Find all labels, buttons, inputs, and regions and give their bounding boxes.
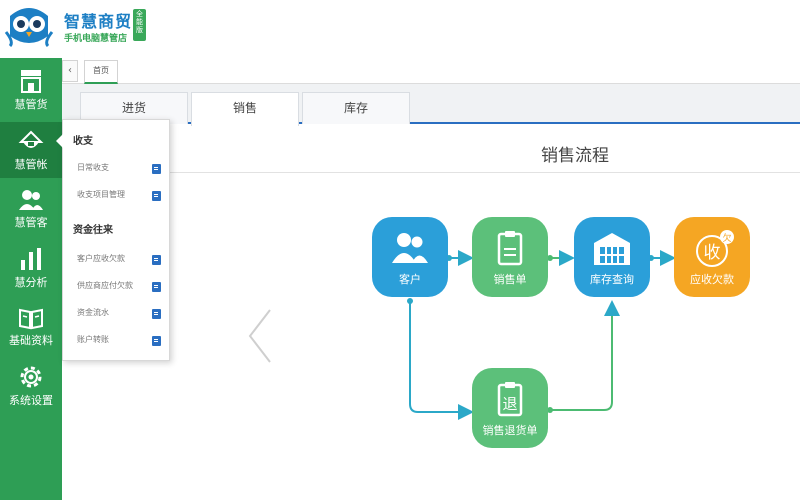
sidebar-item-label: 慧管货 [14, 98, 48, 111]
menu-item-label: 账户转账 [77, 335, 109, 344]
flow-node-label: 销售单 [493, 273, 527, 286]
receivable-icon: 收 欠 [696, 230, 734, 267]
title-divider [62, 172, 800, 173]
clipboard-icon [497, 231, 523, 266]
document-icon [152, 336, 161, 346]
menu-item-label: 客户应收欠款 [77, 254, 125, 263]
users-icon [19, 190, 43, 210]
menu-item-label: 日常收支 [77, 163, 109, 172]
flow-node-sales-return-order[interactable]: 退 销售退货单 [472, 368, 548, 448]
document-icon [152, 282, 161, 292]
sidebar-item-label: 系统设置 [9, 394, 53, 407]
tab-sales[interactable]: 销售 [191, 92, 299, 126]
sidebar-item-label: 慧分析 [14, 276, 48, 289]
popup-pointer [56, 134, 63, 148]
flow-node-label: 库存查询 [590, 273, 634, 286]
app-window: 智慧商贸 全能版 手机电脑慧管店 慧管货 慧管帐 慧管客 慧分析 基础资料 系统… [0, 0, 800, 500]
header: 智慧商贸 全能版 手机电脑慧管店 [0, 0, 800, 58]
menu-item-label: 供应商应付欠款 [77, 281, 133, 290]
sidebar-item-label: 慧管帐 [14, 158, 48, 171]
subtab-bar: 进货 销售 库存 [62, 84, 800, 126]
page-title: 销售流程 [541, 146, 609, 166]
store-icon [21, 70, 41, 93]
arrow-customer-to-sales-order [446, 250, 474, 266]
menu-item-label: 资金流水 [77, 308, 109, 317]
owl-logo-icon [4, 8, 54, 48]
menu-item-income-expense-categories[interactable]: 收支项目管理 [77, 189, 167, 205]
collapse-sidebar-button[interactable]: ‹ [62, 60, 78, 82]
arrow-return-order-to-inventory [547, 300, 620, 413]
chevron-left-icon[interactable] [246, 308, 276, 364]
edition-badge: 全能版 [133, 9, 146, 41]
flow-node-label: 应收欠款 [690, 273, 734, 286]
arrow-customer-to-return-order [407, 298, 474, 420]
menu-item-cash-flow[interactable]: 资金流水 [77, 307, 167, 323]
document-icon [152, 255, 161, 265]
svg-text:退: 退 [502, 395, 517, 413]
flow-node-inventory-query[interactable]: 库存查询 [574, 217, 650, 297]
arrow-inventory-to-receivable [648, 250, 676, 266]
tab-inventory[interactable]: 库存 [302, 92, 410, 124]
menu-item-daily-income-expense[interactable]: 日常收支 [77, 162, 167, 178]
sidebar-item-settings[interactable]: 系统设置 [0, 358, 62, 414]
sidebar-item-accounts[interactable]: 慧管帐 [0, 122, 62, 178]
sidebar-item-customers[interactable]: 慧管客 [0, 182, 62, 238]
sidebar: 慧管货 慧管帐 慧管客 慧分析 基础资料 系统设置 [0, 58, 62, 500]
menu-group-title: 收支 [73, 136, 93, 147]
accounts-popup-menu: 收支 日常收支 收支项目管理 资金往来 客户应收欠款 供应商应付欠款 资金流水 … [56, 119, 170, 361]
flow-node-customer[interactable]: 客户 [372, 217, 448, 297]
return-clipboard-icon: 退 [497, 382, 523, 417]
sidebar-item-analysis[interactable]: 慧分析 [0, 240, 62, 296]
sidebar-item-label: 慧管客 [14, 216, 48, 229]
money-bag-icon [18, 130, 44, 148]
svg-text:收: 收 [704, 243, 721, 263]
menu-group-title: 资金往来 [73, 225, 113, 236]
arrow-sales-order-to-inventory [547, 250, 575, 266]
book-icon [19, 308, 43, 330]
sidebar-item-basic-data[interactable]: 基础资料 [0, 300, 62, 356]
menu-item-customer-receivables[interactable]: 客户应收欠款 [77, 253, 167, 269]
bar-chart-icon [21, 248, 41, 270]
tab-home[interactable]: 首页 [84, 60, 118, 84]
flow-node-label: 客户 [399, 273, 421, 286]
menu-item-account-transfer[interactable]: 账户转账 [77, 334, 167, 350]
document-icon [152, 191, 161, 201]
menu-item-label: 收支项目管理 [77, 190, 125, 199]
warehouse-icon [594, 233, 630, 265]
flow-node-label: 销售退货单 [482, 424, 538, 437]
document-icon [152, 309, 161, 319]
sidebar-item-goods[interactable]: 慧管货 [0, 62, 62, 118]
brand-slogan: 手机电脑慧管店 [64, 34, 128, 44]
document-icon [152, 164, 161, 174]
brand-name: 智慧商贸 [64, 12, 133, 31]
menu-item-supplier-payables[interactable]: 供应商应付欠款 [77, 280, 167, 296]
sidebar-item-label: 基础资料 [9, 334, 53, 347]
flow-node-sales-order[interactable]: 销售单 [472, 217, 548, 297]
gear-icon [20, 366, 42, 388]
users-icon [392, 233, 428, 263]
svg-text:欠: 欠 [722, 232, 731, 244]
page-tab-bar: ‹ 首页 [62, 58, 800, 84]
flow-node-receivable[interactable]: 收 欠 应收欠款 [674, 217, 750, 297]
